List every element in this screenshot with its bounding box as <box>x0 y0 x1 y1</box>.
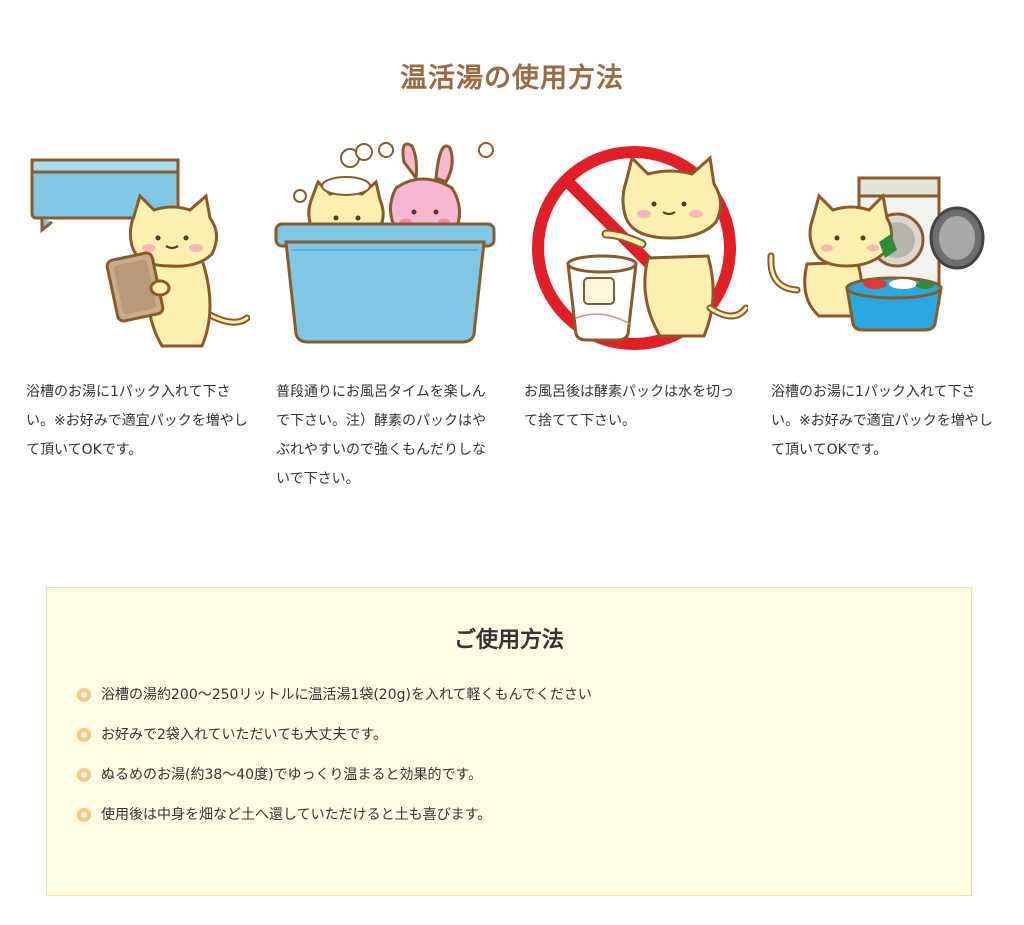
list-item-text: お好みで2袋入れていただいても大丈夫です。 <box>101 727 387 743</box>
bullet-icon <box>77 728 91 742</box>
list-item: お好みで2袋入れていただいても大丈夫です。 <box>77 720 592 760</box>
list-item: ぬるめのお湯(約38〜40度)でゆっくり温まると効果的です。 <box>77 760 592 800</box>
list-item-text: 使用後は中身を畑など土へ還していただけると土も喜びます。 <box>101 807 492 823</box>
step-2: 普段通りにお風呂タイムを楽しんで下さい。注）酵素のパックはやぶれやすいので強くも… <box>272 138 500 494</box>
bullet-icon <box>77 688 91 702</box>
page-title: 温活湯の使用方法 <box>400 63 624 95</box>
steps-row: 浴槽のお湯に1パック入れて下さい。※お好みで適宜パックを増やして頂いてOKです。 <box>22 138 1012 498</box>
list-item: 使用後は中身を畑など土へ還していただけると土も喜びます。 <box>77 800 592 840</box>
step-2-caption: 普段通りにお風呂タイムを楽しんで下さい。注）酵素のパックはやぶれやすいので強くも… <box>276 384 486 487</box>
usage-box: ご使用方法 浴槽の湯約200〜250リットルに温活湯1袋(20g)を入れて軽くも… <box>46 587 972 896</box>
cat-discarding-pack-icon <box>532 146 748 350</box>
cat-laundry-icon <box>767 176 985 332</box>
step-1-caption: 浴槽のお湯に1パック入れて下さい。※お好みで適宜パックを増やして頂いてOKです。 <box>26 384 248 458</box>
step-4: 浴槽のお湯に1パック入れて下さい。※お好みで適宜パックを増やして頂いてOKです。 <box>767 138 995 465</box>
bullet-icon <box>77 768 91 782</box>
usage-list: 浴槽の湯約200〜250リットルに温活湯1袋(20g)を入れて軽くもんでください… <box>77 680 592 840</box>
step-1: 浴槽のお湯に1パック入れて下さい。※お好みで適宜パックを増やして頂いてOKです。 <box>22 138 250 465</box>
cat-bathing-icon <box>274 142 496 344</box>
usage-title: ご使用方法 <box>453 628 564 653</box>
step-4-caption: 浴槽のお湯に1パック入れて下さい。※お好みで適宜パックを増やして頂いてOKです。 <box>771 384 993 458</box>
step-3: お風呂後は酵素パックは水を切って捨てて下さい。 <box>520 138 748 436</box>
list-item-text: ぬるめのお湯(約38〜40度)でゆっくり温まると効果的です。 <box>101 767 483 783</box>
list-item: 浴槽の湯約200〜250リットルに温活湯1袋(20g)を入れて軽くもんでください <box>77 680 592 720</box>
list-item-text: 浴槽の湯約200〜250リットルに温活湯1袋(20g)を入れて軽くもんでください <box>101 687 592 703</box>
bullet-icon <box>77 808 91 822</box>
step-3-caption: お風呂後は酵素パックは水を切って捨てて下さい。 <box>524 384 734 429</box>
cat-holding-pack-icon <box>30 158 250 348</box>
